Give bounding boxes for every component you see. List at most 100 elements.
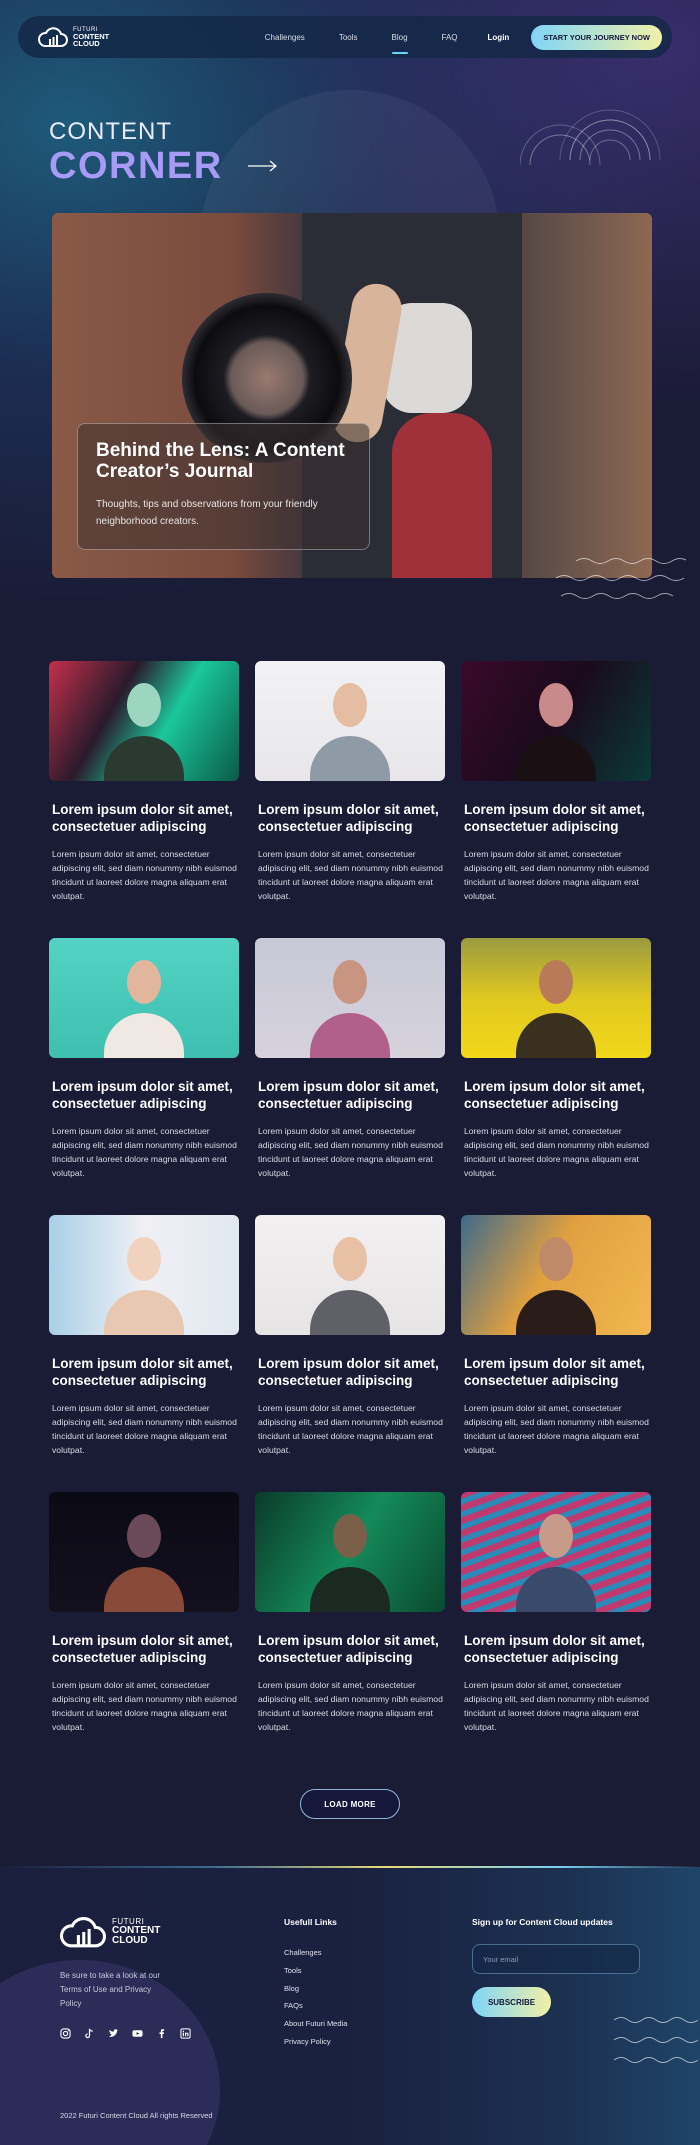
article-excerpt: Lorem ipsum dolor sit amet, consectetuer… (258, 1126, 443, 1178)
arrow-right-icon (248, 160, 277, 172)
page: FUTURI CONTENT CLOUD Challenges Tools Bl… (0, 0, 700, 2145)
article-excerpt: Lorem ipsum dolor sit amet, consectetuer… (52, 849, 237, 901)
thumbnail-figure-body (310, 1567, 390, 1612)
article-card[interactable]: Lorem ipsum dolor sit amet, consectetuer… (255, 1492, 445, 1734)
hero-card-title: Behind the Lens: A Content Creator’s Jou… (96, 440, 345, 482)
article-thumbnail[interactable] (461, 1492, 651, 1612)
thumbnail-figure-body (516, 1290, 596, 1335)
article-title[interactable]: Lorem ipsum dolor sit amet, consectetuer… (52, 801, 247, 835)
nav-link-blog[interactable]: Blog (391, 33, 408, 54)
article-card[interactable]: Lorem ipsum dolor sit amet, consectetuer… (255, 938, 445, 1180)
footer-link-privacy[interactable]: Privacy Policy (284, 2033, 347, 2051)
article-title[interactable]: Lorem ipsum dolor sit amet, consectetuer… (52, 1632, 247, 1666)
hero-card[interactable]: Behind the Lens: A Content Creator’s Jou… (77, 423, 370, 550)
twitter-icon[interactable] (108, 2028, 119, 2039)
article-thumbnail[interactable] (49, 1215, 239, 1335)
youtube-icon[interactable] (132, 2028, 143, 2039)
article-title[interactable]: Lorem ipsum dolor sit amet, consectetuer… (258, 1632, 453, 1666)
nav-logo[interactable]: FUTURI CONTENT CLOUD (38, 26, 109, 48)
article-card[interactable]: Lorem ipsum dolor sit amet, consectetuer… (255, 1215, 445, 1457)
top-nav: FUTURI CONTENT CLOUD Challenges Tools Bl… (18, 16, 672, 58)
thumbnail-figure-body (310, 736, 390, 781)
nav-link-challenges[interactable]: Challenges (265, 33, 305, 42)
article-card[interactable]: Lorem ipsum dolor sit amet, consectetuer… (461, 1215, 651, 1457)
thumbnail-figure-body (104, 1567, 184, 1612)
article-card[interactable]: Lorem ipsum dolor sit amet, consectetuer… (49, 1492, 239, 1734)
nav-links: Challenges Tools Blog FAQ (265, 33, 458, 54)
thumbnail-figure-head (127, 683, 161, 727)
article-card[interactable]: Lorem ipsum dolor sit amet, consectetuer… (49, 661, 239, 903)
thumbnail-figure-body (104, 736, 184, 781)
thumbnail-figure-head (127, 1237, 161, 1281)
article-card[interactable]: Lorem ipsum dolor sit amet, consectetuer… (49, 938, 239, 1180)
article-title[interactable]: Lorem ipsum dolor sit amet, consectetuer… (258, 1078, 453, 1112)
hero-card-subtitle: Thoughts, tips and observations from you… (96, 499, 318, 527)
footer-link-about[interactable]: About Futuri Media (284, 2015, 347, 2033)
article-title[interactable]: Lorem ipsum dolor sit amet, consectetuer… (258, 801, 453, 835)
footer-terms-text[interactable]: Be sure to take a look at our Terms of U… (60, 1969, 170, 2011)
article-thumbnail[interactable] (255, 1215, 445, 1335)
footer-logo[interactable]: FUTURI CONTENT CLOUD (60, 1915, 160, 1949)
logo-line2: CLOUD (73, 39, 100, 48)
article-excerpt: Lorem ipsum dolor sit amet, consectetuer… (464, 849, 649, 901)
thumbnail-figure-body (516, 736, 596, 781)
login-link[interactable]: Login (488, 33, 510, 42)
useful-links-title: Usefull Links (284, 1917, 337, 1927)
article-card[interactable]: Lorem ipsum dolor sit amet, consectetuer… (461, 1492, 651, 1734)
thumbnail-figure-head (539, 1514, 573, 1558)
article-title[interactable]: Lorem ipsum dolor sit amet, consectetuer… (464, 1355, 659, 1389)
article-excerpt: Lorem ipsum dolor sit amet, consectetuer… (258, 1403, 443, 1455)
useful-links-list: Challenges Tools Blog FAQs About Futuri … (284, 1944, 347, 2051)
article-title[interactable]: Lorem ipsum dolor sit amet, consectetuer… (52, 1078, 247, 1112)
thumbnail-figure-head (539, 1237, 573, 1281)
thumbnail-figure-body (310, 1290, 390, 1335)
tiktok-icon[interactable] (84, 2028, 95, 2039)
article-thumbnail[interactable] (49, 1492, 239, 1612)
footer-link-blog[interactable]: Blog (284, 1980, 347, 1998)
article-card[interactable]: Lorem ipsum dolor sit amet, consectetuer… (49, 1215, 239, 1457)
article-title[interactable]: Lorem ipsum dolor sit amet, consectetuer… (464, 1078, 659, 1112)
thumbnail-figure-body (310, 1013, 390, 1058)
thumbnail-figure-head (333, 1514, 367, 1558)
article-title[interactable]: Lorem ipsum dolor sit amet, consectetuer… (464, 1632, 659, 1666)
facebook-icon[interactable] (156, 2028, 167, 2039)
article-thumbnail[interactable] (255, 938, 445, 1058)
email-field[interactable] (472, 1944, 640, 1974)
article-thumbnail[interactable] (255, 661, 445, 781)
footer-link-challenges[interactable]: Challenges (284, 1944, 347, 1962)
article-thumbnail[interactable] (461, 938, 651, 1058)
article-excerpt: Lorem ipsum dolor sit amet, consectetuer… (52, 1126, 237, 1178)
article-excerpt: Lorem ipsum dolor sit amet, consectetuer… (258, 1680, 443, 1732)
thumbnail-figure-head (333, 960, 367, 1004)
article-card[interactable]: Lorem ipsum dolor sit amet, consectetuer… (461, 938, 651, 1180)
subscribe-button[interactable]: SUBSCRIBE (472, 1987, 551, 2017)
article-thumbnail[interactable] (461, 661, 651, 781)
article-title[interactable]: Lorem ipsum dolor sit amet, consectetuer… (464, 801, 659, 835)
start-journey-button[interactable]: START YOUR JOURNEY NOW (531, 24, 662, 50)
thumbnail-figure-head (127, 1514, 161, 1558)
footer-logo-text: FUTURI CONTENT CLOUD (112, 1918, 160, 1946)
footer-link-faqs[interactable]: FAQs (284, 1997, 347, 2015)
article-thumbnail[interactable] (49, 938, 239, 1058)
footer-link-tools[interactable]: Tools (284, 1962, 347, 1980)
cloud-logo-icon (38, 27, 68, 47)
thumbnail-figure-head (333, 1237, 367, 1281)
article-title[interactable]: Lorem ipsum dolor sit amet, consectetuer… (258, 1355, 453, 1389)
concentric-arcs-decor (520, 109, 661, 166)
nav-link-faq[interactable]: FAQ (442, 33, 458, 42)
thumbnail-figure-body (104, 1013, 184, 1058)
article-thumbnail[interactable] (461, 1215, 651, 1335)
linkedin-icon[interactable] (180, 2028, 191, 2039)
instagram-icon[interactable] (60, 2028, 71, 2039)
article-title[interactable]: Lorem ipsum dolor sit amet, consectetuer… (52, 1355, 247, 1389)
article-card[interactable]: Lorem ipsum dolor sit amet, consectetuer… (461, 661, 651, 903)
article-card[interactable]: Lorem ipsum dolor sit amet, consectetuer… (255, 661, 445, 903)
article-excerpt: Lorem ipsum dolor sit amet, consectetuer… (464, 1126, 649, 1178)
nav-link-tools[interactable]: Tools (339, 33, 358, 42)
article-thumbnail[interactable] (255, 1492, 445, 1612)
load-more-button[interactable]: LOAD MORE (300, 1789, 400, 1819)
hero-image[interactable]: Behind the Lens: A Content Creator’s Jou… (52, 213, 652, 578)
article-thumbnail[interactable] (49, 661, 239, 781)
thumbnail-figure-head (539, 960, 573, 1004)
thumbnail-figure-head (333, 683, 367, 727)
